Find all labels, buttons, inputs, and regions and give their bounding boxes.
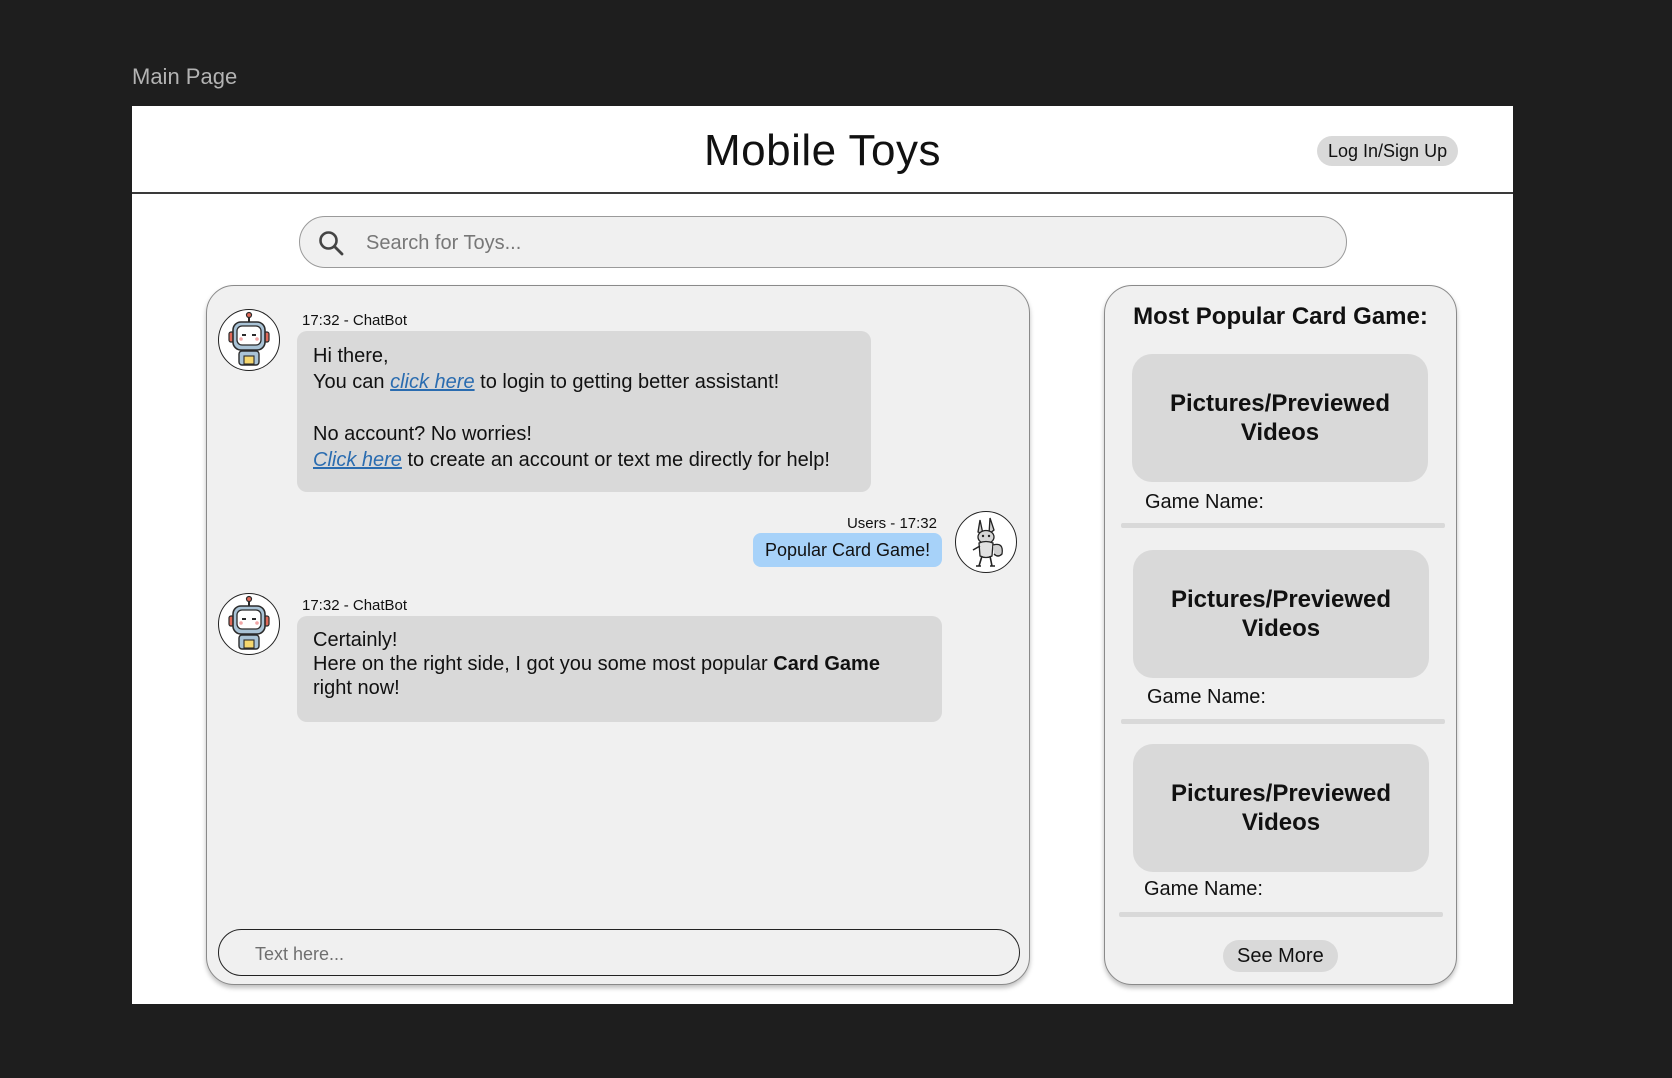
message-text: Here on the right side, I got you some m… — [313, 653, 774, 675]
chat-input[interactable] — [253, 938, 997, 970]
game-name-label: Game Name: — [1147, 686, 1266, 708]
bot-message-bubble: Certainly! Here on the right side, I got… — [297, 616, 942, 722]
game-name-label: Game Name: — [1145, 491, 1264, 513]
message-line: No account? No worries! — [313, 423, 532, 445]
user-message-bubble: Popular Card Game! — [753, 533, 943, 567]
chat-panel: 17:32 - ChatBot Hi there, You can click … — [206, 285, 1030, 985]
header: Mobile Toys Log In/Sign Up — [132, 106, 1513, 194]
divider — [1119, 912, 1443, 917]
chatbot-avatar — [218, 309, 280, 371]
search-input[interactable] — [364, 225, 1308, 261]
chat-input-box[interactable] — [218, 929, 1020, 976]
bot-message-bubble: Hi there, You can click here to login to… — [297, 331, 871, 492]
search-icon — [319, 231, 344, 256]
message-text: to create an account or text me directly… — [401, 449, 830, 471]
message-bold-text: Card Game — [773, 653, 880, 675]
message-text: You can — [313, 371, 391, 393]
divider — [1121, 523, 1445, 528]
popular-games-panel: Most Popular Card Game: Pictures/Preview… — [1104, 285, 1457, 985]
panel-title: Most Popular Card Game: — [1133, 303, 1428, 330]
frame-label: Main Page — [132, 64, 238, 89]
main-page: Mobile Toys Log In/Sign Up Search for To… — [132, 106, 1513, 1004]
message-line: Here on the right side, I got you some m… — [313, 652, 926, 676]
message-meta: 17:32 - ChatBot — [302, 597, 408, 614]
message-line: Click here to create an account or text … — [313, 447, 855, 473]
see-more-button[interactable]: See More — [1223, 940, 1338, 972]
rabbit-icon — [972, 517, 1003, 567]
message-meta: Users - 17:32 — [846, 515, 937, 532]
robot-icon — [228, 595, 270, 650]
user-avatar — [955, 511, 1017, 573]
game-media-preview[interactable]: Pictures/Previewed Videos — [1133, 744, 1429, 872]
message-meta: 17:32 - ChatBot — [302, 312, 408, 329]
site-title: Mobile Toys — [703, 126, 941, 175]
search-bar[interactable] — [299, 216, 1347, 268]
divider — [1121, 719, 1445, 724]
create-account-link[interactable]: Click here — [313, 449, 402, 471]
message-line: Hi there, — [313, 345, 389, 367]
robot-icon — [228, 311, 270, 366]
login-signup-button[interactable]: Log In/Sign Up — [1317, 136, 1459, 166]
message-line: Certainly! — [313, 629, 398, 651]
message-line: You can click here to login to getting b… — [313, 369, 855, 395]
chatbot-avatar — [218, 593, 280, 655]
game-media-preview[interactable]: Pictures/Previewed Videos — [1132, 354, 1428, 482]
login-link[interactable]: click here — [390, 371, 474, 393]
message-text: to login to getting better assistant! — [474, 371, 780, 393]
message-line: right now! — [313, 677, 400, 699]
game-media-preview[interactable]: Pictures/Previewed Videos — [1133, 550, 1429, 678]
game-name-label: Game Name: — [1144, 878, 1263, 900]
